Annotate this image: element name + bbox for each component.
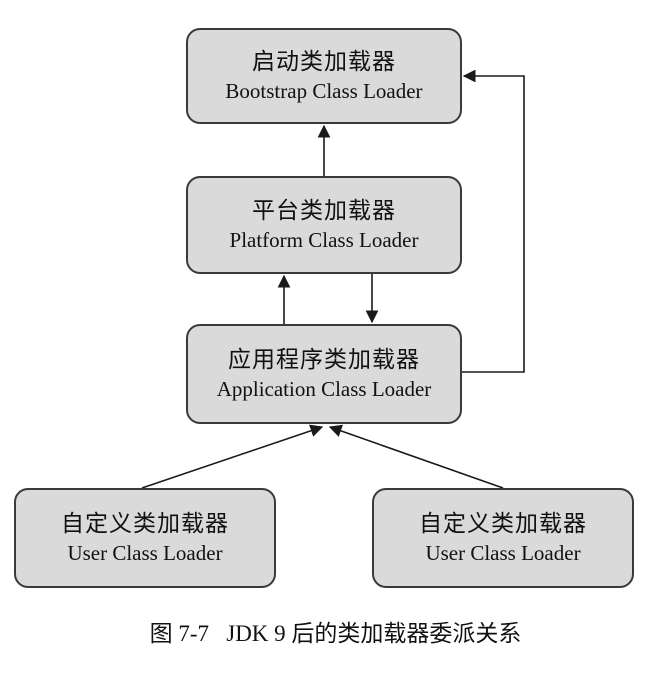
arrow-user-right-to-application: [328, 424, 504, 489]
user-class-loader-node-left: 自定义类加载器 User Class Loader: [14, 488, 276, 588]
bootstrap-label-zh: 启动类加载器: [252, 48, 396, 74]
user-left-label-en: User Class Loader: [67, 541, 223, 566]
platform-class-loader-node: 平台类加载器 Platform Class Loader: [186, 176, 462, 274]
user-left-label-zh: 自定义类加载器: [61, 510, 229, 536]
user-right-label-zh: 自定义类加载器: [419, 510, 587, 536]
application-label-en: Application Class Loader: [216, 377, 432, 402]
user-right-label-en: User Class Loader: [425, 541, 581, 566]
bootstrap-class-loader-node: 启动类加载器 Bootstrap Class Loader: [186, 28, 462, 124]
bootstrap-label-en: Bootstrap Class Loader: [225, 79, 423, 104]
arrow-user-left-to-application: [141, 424, 324, 489]
figure-caption: 图 7-7 JDK 9 后的类加载器委派关系: [149, 621, 522, 646]
user-class-loader-node-right: 自定义类加载器 User Class Loader: [372, 488, 634, 588]
class-loader-delegation-diagram: 启动类加载器 Bootstrap Class Loader 平台类加载器 Pla…: [0, 0, 671, 683]
arrow-application-to-bootstrap: [462, 69, 525, 373]
application-class-loader-node: 应用程序类加载器 Application Class Loader: [186, 324, 462, 424]
platform-label-zh: 平台类加载器: [252, 197, 396, 223]
application-label-zh: 应用程序类加载器: [228, 346, 420, 372]
platform-label-en: Platform Class Loader: [229, 228, 419, 253]
